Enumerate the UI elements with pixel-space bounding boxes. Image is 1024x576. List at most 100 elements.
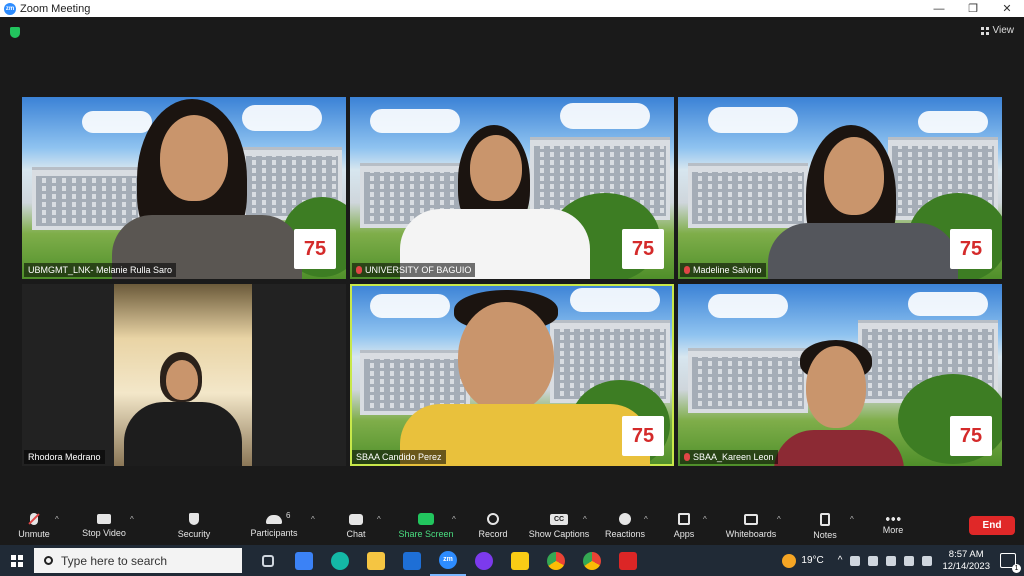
restore-button[interactable]: ❐ xyxy=(956,0,990,17)
view-button[interactable]: View xyxy=(980,25,1014,36)
notes-button[interactable]: Notes xyxy=(810,507,840,545)
reactions-label: Reactions xyxy=(604,529,646,539)
taskbar-app-azure[interactable] xyxy=(286,545,322,576)
participants-button[interactable]: Participants xyxy=(248,507,300,545)
volume-icon[interactable] xyxy=(922,555,933,566)
chat-options-caret[interactable]: ^ xyxy=(377,515,381,524)
taskbar-clock[interactable]: 8:57 AM 12/14/2023 xyxy=(942,549,990,573)
security-label: Security xyxy=(177,529,211,539)
video-tile-5-active-speaker[interactable]: 75 SBAA Candido Perez xyxy=(350,284,674,466)
taskbar-app-zoom[interactable]: zm xyxy=(430,545,466,576)
video-gallery: View 75 UBMGMT_LNK- Melanie Rulla Saro 7… xyxy=(0,17,1024,507)
taskbar-search-box[interactable]: Type here to search xyxy=(34,548,242,573)
show-captions-button[interactable]: CC Show Captions xyxy=(528,507,590,545)
weather-widget[interactable]: 19°C xyxy=(782,553,824,568)
windows-taskbar: Type here to search zm 19°C ^ 8:57 AM 12… xyxy=(0,545,1024,576)
encryption-shield-icon[interactable] xyxy=(10,27,20,38)
chevron-up-icon[interactable]: ^ xyxy=(838,555,843,566)
captions-options-caret[interactable]: ^ xyxy=(583,515,587,524)
room-background xyxy=(114,284,252,466)
task-view-button[interactable] xyxy=(250,545,286,576)
notification-center-icon[interactable] xyxy=(1000,553,1021,573)
reactions-button[interactable]: Reactions xyxy=(604,507,646,545)
notes-options-caret[interactable]: ^ xyxy=(850,515,854,524)
apps-icon xyxy=(678,513,690,525)
taskbar-app-chrome[interactable] xyxy=(538,545,574,576)
video-tile-4[interactable]: Rhodora Medrano xyxy=(22,284,346,466)
participant-name-tag: UBMGMT_LNK- Melanie Rulla Saro xyxy=(24,263,177,277)
share-screen-button[interactable]: Share Screen xyxy=(398,507,454,545)
whiteboards-options-caret[interactable]: ^ xyxy=(777,515,781,524)
share-options-caret[interactable]: ^ xyxy=(452,515,456,524)
tray-app-icon[interactable] xyxy=(886,555,897,566)
chrome-icon xyxy=(547,551,565,570)
more-label: More xyxy=(882,525,904,535)
task-view-icon xyxy=(262,554,274,567)
minimize-button[interactable]: — xyxy=(922,0,956,17)
apps-options-caret[interactable]: ^ xyxy=(703,515,707,524)
cloud-decor xyxy=(918,111,988,133)
grid-icon xyxy=(980,26,989,35)
video-tile-2[interactable]: 75 UNIVERSITY OF BAGUIO xyxy=(350,97,674,279)
tray-app-icon[interactable] xyxy=(850,555,861,566)
taskbar-app-edge[interactable] xyxy=(322,545,358,576)
taskbar-app-viber[interactable] xyxy=(466,545,502,576)
participants-count: 6 xyxy=(286,511,291,520)
taskbar-app-file-explorer[interactable] xyxy=(358,545,394,576)
taskbar-app-sticky-notes[interactable] xyxy=(502,545,538,576)
end-meeting-button[interactable]: End xyxy=(969,516,1015,535)
participants-options-caret[interactable]: ^ xyxy=(311,515,315,524)
building-decor xyxy=(688,348,808,413)
audio-options-caret[interactable]: ^ xyxy=(55,515,59,524)
ub-75-logo: 75 xyxy=(294,229,336,269)
chat-button[interactable]: Chat xyxy=(338,507,374,545)
video-tile-6[interactable]: 75 SBAA_Kareen Leon xyxy=(678,284,1002,466)
clock-date: 12/14/2023 xyxy=(942,560,990,572)
chat-label: Chat xyxy=(346,528,366,539)
participant-face xyxy=(824,137,884,215)
participant-name-tag: Madeline Salvino xyxy=(680,263,766,277)
whiteboard-icon xyxy=(744,513,758,525)
video-tile-3[interactable]: 75 Madeline Salvino xyxy=(678,97,1002,279)
edge-icon xyxy=(331,551,349,570)
participant-body xyxy=(774,430,904,466)
tray-app-icon[interactable] xyxy=(868,555,879,566)
reactions-options-caret[interactable]: ^ xyxy=(644,515,648,524)
video-tile-1[interactable]: 75 UBMGMT_LNK- Melanie Rulla Saro xyxy=(22,97,346,279)
record-button[interactable]: Record xyxy=(474,507,512,545)
video-options-caret[interactable]: ^ xyxy=(130,515,134,524)
apps-button[interactable]: Apps xyxy=(670,507,698,545)
muted-mic-icon xyxy=(356,266,362,274)
share-screen-label: Share Screen xyxy=(398,529,454,539)
taskbar-app-chrome-2[interactable] xyxy=(574,545,610,576)
more-button[interactable]: More xyxy=(878,507,908,545)
taskbar-app-mail[interactable] xyxy=(394,545,430,576)
zoom-app-icon: zm xyxy=(4,2,16,15)
network-icon[interactable] xyxy=(904,555,915,566)
stop-video-button[interactable]: Stop Video xyxy=(78,507,130,545)
smiley-icon xyxy=(619,513,631,525)
microphone-muted-icon xyxy=(30,513,38,525)
participant-body xyxy=(768,223,958,279)
security-button[interactable]: Security xyxy=(174,507,214,545)
participant-face xyxy=(458,302,554,412)
window-title: Zoom Meeting xyxy=(20,2,91,15)
chrome-icon xyxy=(583,551,601,570)
notes-label: Notes xyxy=(813,529,837,540)
shield-icon xyxy=(189,513,199,525)
close-button[interactable]: ✕ xyxy=(990,0,1024,17)
share-screen-icon xyxy=(418,513,434,525)
whiteboards-button[interactable]: Whiteboards xyxy=(724,507,778,545)
participant-name-tag: SBAA Candido Perez xyxy=(352,450,446,464)
participant-name: SBAA_Kareen Leon xyxy=(693,452,774,462)
system-tray: 19°C ^ 8:57 AM 12/14/2023 xyxy=(782,545,1024,576)
taskbar-app-acrobat[interactable] xyxy=(610,545,646,576)
participant-name-tag: UNIVERSITY OF BAGUIO xyxy=(352,263,476,277)
unmute-label: Unmute xyxy=(18,529,50,539)
pdf-icon xyxy=(619,551,637,570)
video-camera-icon xyxy=(97,514,111,524)
unmute-button[interactable]: Unmute xyxy=(14,507,54,545)
start-button[interactable] xyxy=(0,545,34,576)
building-decor xyxy=(688,163,808,228)
cloud-decor xyxy=(560,103,650,129)
